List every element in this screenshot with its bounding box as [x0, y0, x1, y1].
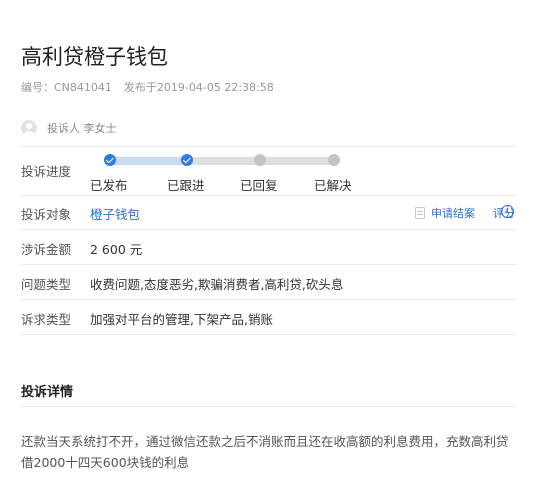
- complainant-label: 投诉人 李女士: [47, 122, 117, 135]
- amount-value: 2 600 元: [90, 242, 143, 257]
- progress-label: 投诉进度: [21, 164, 72, 179]
- progress-fill: [110, 157, 187, 165]
- divider: [21, 299, 517, 300]
- step-dot-resolved: [328, 154, 340, 166]
- amount-label: 涉诉金额: [21, 242, 72, 257]
- target-label: 投诉对象: [21, 207, 72, 222]
- step-dot-published: [104, 154, 116, 166]
- details-text: 还款当天系统打不开，通过微信还款之后不消账而且还在收高额的利息费用，充数高利贷借…: [21, 434, 509, 470]
- complainant: 投诉人 李女士: [21, 119, 117, 137]
- target-actions: 申请结案 评分: [415, 205, 515, 221]
- divider: [21, 406, 517, 407]
- step-label-followed: 已跟进: [167, 178, 205, 193]
- details-heading: 投诉详情: [21, 385, 74, 400]
- complaint-id: 编号：CN841041: [21, 81, 112, 94]
- info-icon[interactable]: i: [501, 205, 514, 218]
- page-title: 高利贷橙子钱包: [21, 45, 168, 69]
- divider: [21, 334, 517, 335]
- complaint-meta: 编号：CN841041 发布于2019-04-05 22:38:58: [21, 79, 274, 95]
- document-icon: [415, 207, 425, 219]
- step-dot-replied: [254, 154, 266, 166]
- user-avatar-icon: [21, 120, 37, 136]
- step-label-resolved: 已解决: [314, 178, 352, 193]
- issue-type-value: 收费问题,态度恶劣,欺骗消费者,高利贷,砍头息: [90, 277, 344, 292]
- apply-close-link[interactable]: 申请结案: [431, 205, 475, 221]
- target-link[interactable]: 橙子钱包: [90, 204, 140, 223]
- step-label-published: 已发布: [90, 178, 128, 193]
- divider: [21, 229, 517, 230]
- issue-type-label: 问题类型: [21, 277, 72, 292]
- published-time: 发布于2019-04-05 22:38:58: [123, 81, 274, 94]
- progress-track: [110, 157, 334, 165]
- step-dot-followed: [181, 154, 193, 166]
- demand-type-value: 加强对平台的管理,下架产品,销账: [90, 312, 273, 327]
- divider: [21, 146, 517, 147]
- step-label-replied: 已回复: [240, 178, 278, 193]
- demand-type-label: 诉求类型: [21, 312, 72, 327]
- divider: [21, 195, 517, 196]
- divider: [21, 264, 517, 265]
